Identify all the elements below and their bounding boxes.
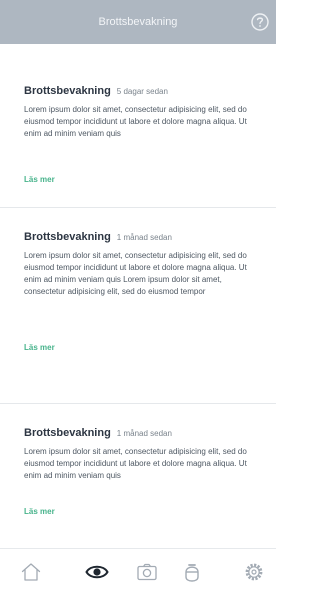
card-title: Brottsbevakning	[24, 427, 111, 439]
card-body-text: Lorem ipsum dolor sit amet, consectetur …	[24, 251, 247, 296]
page-title: Brottsbevakning	[98, 16, 178, 28]
helmet-icon[interactable]	[180, 560, 204, 584]
app-header: Brottsbevakning	[0, 0, 276, 44]
read-more-link[interactable]: Läs mer	[24, 506, 55, 518]
news-card: Brottsbevakning 5 dagar sedan Lorem ipsum…	[0, 44, 276, 208]
news-card: Brottsbevakning 1 månad sedan Lorem ipsum…	[0, 208, 276, 404]
card-header: Brottsbevakning 1 månad sedan	[24, 228, 172, 244]
news-card: Brottsbevakning 1 månad sedan Lorem ipsum…	[0, 404, 276, 548]
card-header: Brottsbevakning 1 månad sedan	[24, 424, 172, 440]
card-title: Brottsbevakning	[24, 85, 111, 97]
gear-icon[interactable]	[242, 560, 266, 584]
card-title: Brottsbevakning	[24, 231, 111, 243]
card-timestamp: 1 månad sedan	[116, 429, 172, 438]
card-body-text: Lorem ipsum dolor sit amet, consectetur …	[24, 105, 247, 138]
bottom-tab-bar	[0, 548, 276, 594]
eye-icon[interactable]	[85, 560, 109, 584]
home-icon[interactable]	[19, 560, 43, 584]
card-timestamp: 5 dagar sedan	[116, 87, 168, 96]
card-timestamp: 1 månad sedan	[116, 233, 172, 242]
help-icon[interactable]	[250, 12, 270, 32]
camera-icon[interactable]	[135, 560, 159, 584]
card-header: Brottsbevakning 5 dagar sedan	[24, 82, 168, 98]
card-body-text: Lorem ipsum dolor sit amet, consectetur …	[24, 447, 247, 480]
read-more-link[interactable]: Läs mer	[24, 342, 55, 354]
read-more-link[interactable]: Läs mer	[24, 174, 55, 186]
news-feed[interactable]: Brottsbevakning 5 dagar sedan Lorem ipsum…	[0, 44, 276, 548]
